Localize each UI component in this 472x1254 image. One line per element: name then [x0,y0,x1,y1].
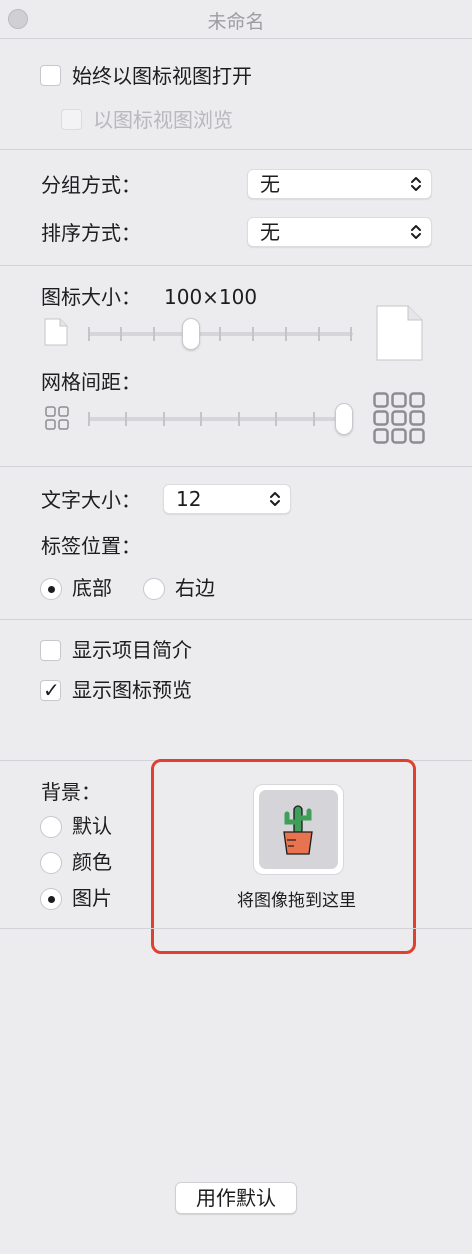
label-position-bottom-radio[interactable] [40,578,62,600]
group-by-select[interactable]: 无 [247,169,432,199]
background-color-radio[interactable] [40,852,62,874]
browse-icon-view-label: 以图标视图浏览 [93,108,233,132]
small-document-icon [44,318,68,346]
sort-by-value: 无 [260,220,280,244]
slider-tick [219,327,221,341]
show-icon-preview-label: 显示图标预览 [72,678,192,702]
small-grid-icon [45,406,69,430]
up-down-chevron-icon [270,492,280,506]
checkmark-icon: ✓ [43,678,60,702]
up-down-chevron-icon [411,225,421,239]
icon-size-slider[interactable] [88,318,353,350]
slider-tick [318,327,320,341]
icon-size-value: 100×100 [164,285,258,309]
group-by-label: 分组方式： [41,173,141,197]
always-open-icon-view-checkbox[interactable] [40,65,61,86]
slider-tick [350,327,352,341]
slider-tick [153,327,155,341]
radio-selected-dot [48,586,55,593]
divider [0,928,472,929]
sort-by-select[interactable]: 无 [247,217,432,247]
window-title: 未命名 [207,11,265,33]
background-picture-radio[interactable] [40,888,62,910]
divider [0,619,472,620]
icon-size-label: 图标大小： [41,285,141,309]
slider-tick [275,412,277,426]
slider-tick [88,412,90,426]
title-bar: 未命名 [0,0,472,39]
use-as-defaults-button[interactable]: 用作默认 [175,1182,297,1214]
slider-tick [120,327,122,341]
label-position-label: 标签位置： [41,534,141,558]
grid-spacing-slider[interactable] [88,403,353,435]
grid-spacing-label: 网格间距： [41,370,141,394]
radio-selected-dot [48,896,55,903]
browse-icon-view-checkbox[interactable] [61,109,82,130]
group-by-value: 无 [260,172,280,196]
slider-knob[interactable] [181,318,200,350]
always-open-icon-view-label: 始终以图标视图打开 [72,64,252,88]
slider-tick [125,412,127,426]
show-item-info-checkbox[interactable] [40,640,61,661]
background-label: 背景： [41,780,101,804]
slider-tick [285,327,287,341]
text-size-label: 文字大小： [41,488,141,512]
sort-by-label: 排序方式： [41,221,141,245]
divider [0,265,472,266]
background-default-label: 默认 [72,814,112,838]
up-down-chevron-icon [411,177,421,191]
slider-knob[interactable] [335,403,353,435]
slider-tick [88,327,90,341]
label-position-right-label: 右边 [175,576,215,600]
divider [0,466,472,467]
background-color-label: 颜色 [72,850,112,874]
text-size-value: 12 [176,487,202,511]
slider-tick [163,412,165,426]
slider-tick [313,412,315,426]
slider-tick [200,412,202,426]
show-icon-preview-checkbox[interactable]: ✓ [40,678,61,702]
divider [0,149,472,150]
label-position-bottom-label: 底部 [72,576,112,600]
large-grid-icon [373,392,425,444]
show-item-info-label: 显示项目简介 [72,638,192,662]
background-picture-label: 图片 [72,886,112,910]
text-size-select[interactable]: 12 [163,484,291,514]
background-default-radio[interactable] [40,816,62,838]
highlight-annotation-box [151,759,416,954]
large-document-icon [376,305,423,361]
slider-tick [238,412,240,426]
slider-tick [252,327,254,341]
label-position-right-radio[interactable] [143,578,165,600]
